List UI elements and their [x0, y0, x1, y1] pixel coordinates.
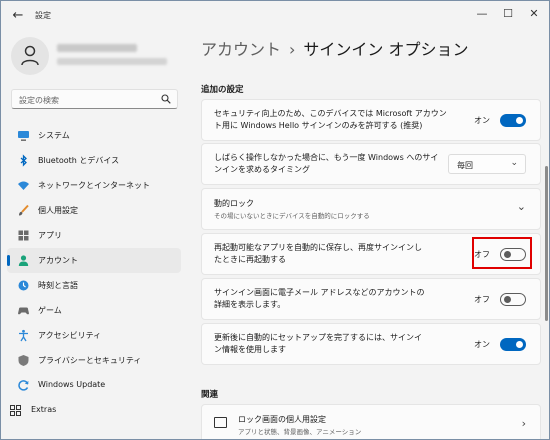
person-icon: [18, 255, 29, 266]
setting-dynamic-lock[interactable]: 動的ロック その場にいないときにデバイスを自動的にロックする ⌄: [201, 188, 541, 230]
sidebar-item-bluetooth[interactable]: Bluetooth とデバイス: [7, 148, 181, 173]
setting-hello-only: セキュリティ向上のため、このデバイスでは Microsoft アカウント用に W…: [201, 99, 541, 141]
user-profile[interactable]: [11, 37, 181, 75]
title-bar: ← 設定 — ☐ ✕: [1, 1, 549, 31]
sidebar-item-label: プライバシーとセキュリティ: [38, 356, 142, 365]
apps-icon: [18, 230, 29, 241]
lockscreen-title: ロック画面の個人用設定: [238, 415, 326, 424]
brush-icon: [19, 204, 29, 216]
setting-show-account-details: サインイン画面に電子メール アドレスなどのアカウントの詳細を表示します。 オフ: [201, 278, 541, 320]
sidebar-item-label: Extras: [31, 405, 57, 414]
sidebar-item-label: システム: [38, 131, 70, 140]
auto-finish-toggle-group: オン: [466, 338, 526, 352]
setting-text: サインイン画面に電子メール アドレスなどのアカウントの詳細を表示します。: [214, 288, 425, 309]
sidebar-item-extras[interactable]: Extras: [7, 398, 181, 423]
update-icon: [18, 380, 29, 391]
gamepad-icon: [18, 307, 29, 315]
sidebar-item-label: Windows Update: [38, 380, 106, 389]
sidebar-item-system[interactable]: システム: [7, 123, 181, 148]
auto-finish-toggle[interactable]: [500, 338, 526, 351]
chevron-down-icon: ⌄: [516, 200, 526, 213]
search-icon: [161, 94, 171, 104]
section-related: 関連: [201, 390, 219, 400]
extras-icon: [10, 405, 21, 416]
app-title: 設定: [35, 11, 51, 20]
breadcrumb: アカウント › サインイン オプション: [201, 36, 469, 60]
hello-only-toggle[interactable]: [500, 114, 526, 127]
toggle-state-label: オン: [474, 116, 490, 125]
lockscreen-subtitle: アプリと状態、背景画像、アニメーション: [238, 428, 362, 436]
related-lockscreen-personalization[interactable]: ロック画面の個人用設定 アプリと状態、背景画像、アニメーション ›: [201, 404, 541, 439]
chevron-down-icon: ⌄: [510, 158, 518, 168]
sidebar-item-privacy[interactable]: プライバシーとセキュリティ: [7, 348, 181, 373]
dynamic-lock-subtitle: その場にいないときにデバイスを自動的にロックする: [214, 212, 370, 220]
setting-text: 再起動可能なアプリを自動的に保存し、再度サインインしたときに再起動する: [214, 243, 422, 264]
setting-signin-timing: しばらく操作しなかった場合に、もう一度 Windows へのサインインを求めるタ…: [201, 143, 541, 185]
toggle-state-label: オフ: [474, 295, 490, 304]
settings-window: ← 設定 — ☐ ✕ 設定の検索 システム Bluetooth とデバイス ネッ…: [0, 0, 550, 440]
show-details-toggle-group: オフ: [466, 293, 526, 307]
sidebar-item-network[interactable]: ネットワークとインターネット: [7, 173, 181, 198]
toggle-knob: [516, 117, 523, 124]
bluetooth-icon: [20, 154, 27, 167]
sidebar-item-label: アクセシビリティ: [38, 331, 102, 340]
settings-search-input[interactable]: 設定の検索: [11, 89, 178, 109]
dynamic-lock-title: 動的ロック: [214, 199, 254, 208]
sidebar-item-personalization[interactable]: 個人用設定: [7, 198, 181, 223]
page-title: サインイン オプション: [303, 40, 469, 59]
show-details-toggle[interactable]: [500, 293, 526, 306]
highlight-box: [472, 237, 532, 269]
sidebar-item-label: ゲーム: [38, 306, 62, 315]
monitor-icon: [18, 131, 29, 141]
sidebar-item-label: アプリ: [38, 231, 62, 240]
avatar: [11, 37, 49, 75]
setting-text: 更新後に自動的にセットアップを完了するには、サインイン情報を使用します: [214, 333, 422, 354]
breadcrumb-separator: ›: [289, 40, 296, 59]
sidebar-item-label: アカウント: [38, 256, 78, 265]
wifi-icon: [18, 181, 29, 190]
sidebar-item-time-language[interactable]: 時刻と言語: [7, 273, 181, 298]
person-avatar-icon: [21, 45, 39, 66]
signin-timing-dropdown[interactable]: 毎回 ⌄: [448, 154, 526, 174]
sidebar-item-accessibility[interactable]: アクセシビリティ: [7, 323, 181, 348]
profile-email-redacted: [57, 58, 167, 65]
sidebar-item-label: ネットワークとインターネット: [38, 181, 150, 190]
back-button[interactable]: ←: [9, 7, 27, 25]
dynamic-lock-text: 動的ロック その場にいないときにデバイスを自動的にロックする: [214, 198, 454, 222]
sidebar-item-label: 時刻と言語: [38, 281, 78, 290]
hello-only-toggle-group: オン: [466, 114, 526, 128]
search-placeholder: 設定の検索: [19, 96, 59, 105]
toggle-knob: [516, 341, 523, 348]
lockscreen-icon: [214, 417, 227, 428]
sidebar-item-gaming[interactable]: ゲーム: [7, 298, 181, 323]
breadcrumb-parent[interactable]: アカウント: [201, 40, 281, 59]
shield-icon: [18, 355, 29, 366]
toggle-state-label: オン: [474, 340, 490, 349]
accessibility-icon: [19, 329, 28, 342]
maximize-button[interactable]: ☐: [497, 5, 519, 23]
close-button[interactable]: ✕: [523, 5, 545, 23]
scrollbar[interactable]: [545, 166, 548, 321]
section-additional-settings: 追加の設定: [201, 85, 244, 95]
sidebar-item-accounts[interactable]: アカウント: [7, 248, 181, 273]
chevron-right-icon: ›: [521, 417, 526, 430]
minimize-button[interactable]: —: [471, 5, 493, 23]
setting-text: セキュリティ向上のため、このデバイスでは Microsoft アカウント用に W…: [214, 109, 447, 130]
clock-globe-icon: [18, 280, 29, 291]
dropdown-value: 毎回: [457, 161, 473, 170]
setting-auto-finish-setup: 更新後に自動的にセットアップを完了するには、サインイン情報を使用します オン: [201, 323, 541, 365]
sidebar-nav: システム Bluetooth とデバイス ネットワークとインターネット 個人用設…: [7, 123, 181, 423]
sidebar-item-windows-update[interactable]: Windows Update: [7, 373, 181, 398]
sidebar-item-label: Bluetooth とデバイス: [38, 156, 120, 165]
setting-text: しばらく操作しなかった場合に、もう一度 Windows へのサインインを求めるタ…: [214, 153, 439, 174]
sidebar-item-label: 個人用設定: [38, 206, 78, 215]
toggle-knob: [504, 296, 511, 303]
lockscreen-text: ロック画面の個人用設定 アプリと状態、背景画像、アニメーション: [238, 414, 478, 438]
sidebar-item-apps[interactable]: アプリ: [7, 223, 181, 248]
profile-name-redacted: [57, 44, 137, 52]
